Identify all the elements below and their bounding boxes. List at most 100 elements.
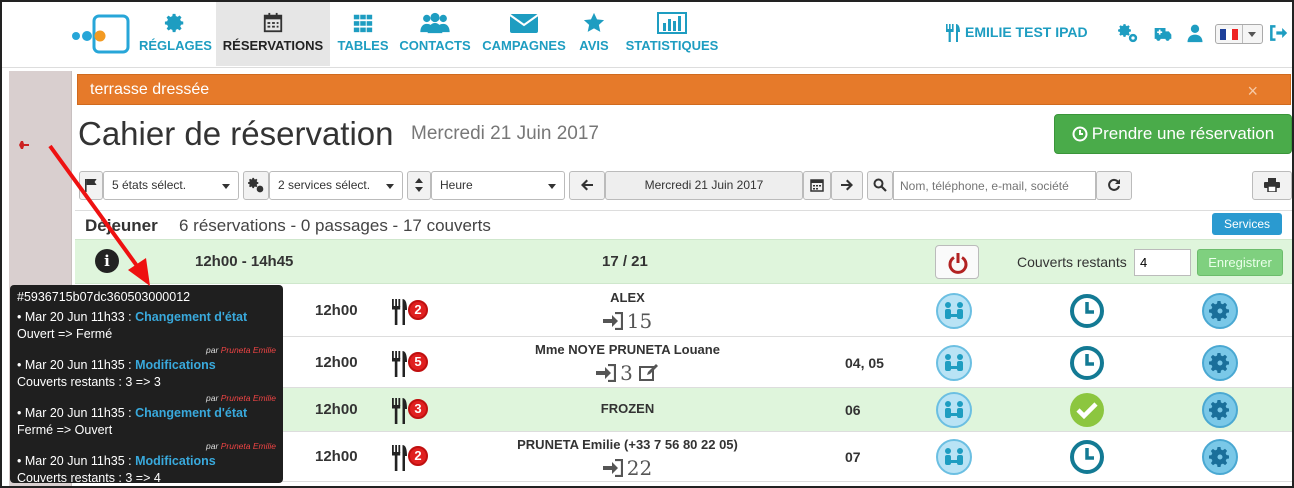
new-reservation-button[interactable]: Prendre une réservation	[1054, 114, 1292, 154]
party-size: 5	[391, 349, 433, 379]
history-author-prefix: par	[206, 345, 219, 355]
nav-label: STATISTIQUES	[625, 38, 719, 53]
services-select[interactable]: 2 services sélect.	[269, 171, 403, 200]
save-button[interactable]: Enregistrer	[1197, 249, 1283, 276]
cogs-icon	[248, 177, 264, 193]
cutlery-icon	[392, 398, 407, 424]
history-action-link[interactable]: Changement d'état	[135, 310, 247, 324]
reservation-table: 06	[845, 402, 861, 418]
history-when: Mar 20 Jun 11h35 :	[24, 406, 132, 420]
services-button[interactable]: Services	[1212, 213, 1282, 235]
refresh-icon	[1108, 178, 1120, 191]
guests-status-icon[interactable]	[935, 438, 973, 476]
language-select[interactable]	[1215, 24, 1263, 44]
history-when: Mar 20 Jun 11h35 :	[24, 358, 132, 372]
remaining-covers-input[interactable]	[1134, 249, 1191, 276]
guests-status-icon[interactable]	[935, 344, 973, 382]
next-day-button[interactable]	[831, 171, 863, 200]
cutlery-icon	[392, 351, 407, 377]
calendar-button[interactable]	[803, 171, 831, 200]
services-select-value: 2 services sélect.	[278, 178, 371, 192]
nav-label: CAMPAGNES	[482, 38, 566, 53]
grid-icon	[353, 14, 373, 33]
guests-status-icon[interactable]	[935, 292, 973, 330]
reservation-covers: 15	[455, 309, 800, 333]
date-field[interactable]: Mercredi 21 Juin 2017	[605, 171, 803, 200]
history-action-link[interactable]: Modifications	[135, 454, 216, 468]
settings-cogs-icon[interactable]	[1118, 23, 1138, 43]
history-author: par Pruneta Emilie	[17, 346, 276, 355]
search-input[interactable]	[893, 171, 1096, 200]
sort-button[interactable]	[407, 171, 431, 200]
nav-item-contacts[interactable]: CONTACTS	[398, 2, 472, 66]
close-icon[interactable]: ×	[1247, 81, 1258, 102]
edit-note-icon[interactable]	[638, 364, 659, 382]
history-change: Couverts restants : 3 => 4	[17, 471, 161, 485]
bar-chart-icon	[657, 12, 687, 34]
nav-item-avis[interactable]: AVIS	[575, 2, 613, 66]
reservation-name[interactable]: PRUNETA Emilie (+33 7 56 80 22 05)	[455, 437, 800, 452]
reservation-name[interactable]: FROZEN	[455, 401, 800, 416]
nav-item-reglages[interactable]: RÉGLAGES	[139, 2, 212, 66]
nav-item-campagnes[interactable]: CAMPAGNES	[481, 2, 567, 66]
arrow-left-icon	[581, 179, 593, 191]
history-author-name: Pruneta Emilie	[220, 345, 276, 355]
reservation-covers-value: 3	[620, 361, 633, 385]
services-filter-button[interactable]	[243, 171, 269, 200]
nav-item-tables[interactable]: TABLES	[336, 2, 390, 66]
reservation-covers: 3	[455, 361, 800, 385]
search-button[interactable]	[867, 171, 893, 200]
clock-icon[interactable]	[1068, 344, 1106, 382]
party-size: 3	[391, 396, 433, 426]
pin-icon[interactable]	[13, 139, 31, 151]
guests-status-icon[interactable]	[935, 391, 973, 429]
logout-icon[interactable]	[1268, 23, 1288, 43]
reservation-table: 07	[845, 449, 861, 465]
reservation-time: 12h00	[315, 302, 358, 319]
gear-icon[interactable]	[1201, 438, 1239, 476]
history-change: Fermé => Ouvert	[17, 423, 113, 437]
remaining-covers-label: Couverts restants	[1017, 254, 1127, 270]
history-action-link[interactable]: Modifications	[135, 358, 216, 372]
gear-icon[interactable]	[1201, 292, 1239, 330]
reservation-name[interactable]: ALEX	[455, 290, 800, 305]
reservation-name[interactable]: Mme NOYE PRUNETA Louane	[455, 342, 800, 357]
nav-item-statistiques[interactable]: STATISTIQUES	[622, 2, 722, 66]
print-icon	[1264, 178, 1280, 193]
reservation-time: 12h00	[315, 354, 358, 371]
refresh-button[interactable]	[1096, 171, 1132, 200]
people-icon	[420, 12, 450, 34]
app-logo[interactable]	[70, 14, 130, 54]
user-name[interactable]: EMILIE TEST IPAD	[945, 24, 1088, 40]
power-icon	[948, 253, 968, 274]
french-flag-icon	[1220, 29, 1238, 40]
check-icon[interactable]	[1068, 391, 1106, 429]
previous-day-button[interactable]	[569, 171, 605, 200]
ambulance-icon[interactable]	[1153, 23, 1173, 43]
history-entry: • Mar 20 Jun 11h35 : Modifications Couver…	[17, 453, 276, 486]
nav-label: RÉGLAGES	[139, 38, 212, 53]
gear-icon[interactable]	[1201, 344, 1239, 382]
service-summary: 6 réservations - 0 passages - 17 couvert…	[179, 216, 491, 235]
user-icon[interactable]	[1185, 23, 1205, 43]
nav-item-reservations[interactable]: RÉSERVATIONS	[216, 2, 330, 66]
power-button[interactable]	[935, 245, 979, 279]
clock-icon	[1072, 126, 1088, 142]
clock-icon[interactable]	[1068, 292, 1106, 330]
gear-icon[interactable]	[1201, 391, 1239, 429]
nav-label: CONTACTS	[399, 38, 471, 53]
calendar-icon	[810, 179, 824, 192]
history-action-link[interactable]: Changement d'état	[135, 406, 247, 420]
new-reservation-label: Prendre une réservation	[1091, 124, 1275, 143]
hour-select[interactable]: Heure	[431, 171, 565, 200]
service-covers: 17 / 21	[602, 253, 648, 270]
print-button[interactable]	[1252, 171, 1292, 200]
nav-label: RÉSERVATIONS	[222, 38, 324, 53]
reservation-covers-value: 15	[626, 309, 653, 333]
sort-icon	[415, 178, 423, 192]
reservation-id: #5936715b07dc360503000012	[17, 290, 191, 304]
history-entry: • Mar 20 Jun 11h35 : Modifications Couver…	[17, 358, 276, 403]
history-author: par Pruneta Emilie	[17, 442, 276, 451]
user-name-label: EMILIE TEST IPAD	[965, 24, 1088, 40]
clock-icon[interactable]	[1068, 438, 1106, 476]
